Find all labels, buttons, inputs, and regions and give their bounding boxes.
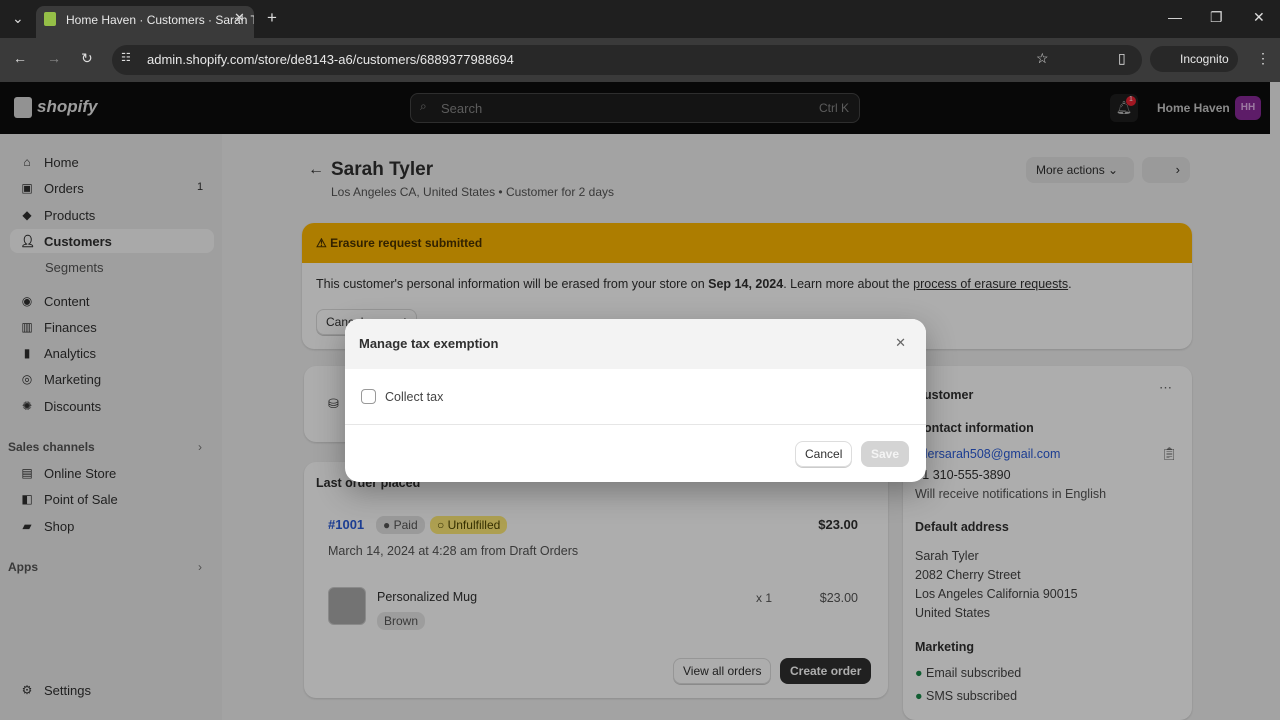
back-icon[interactable]: ← <box>13 50 27 66</box>
shopify-favicon-icon <box>44 12 56 26</box>
browser-menu-icon[interactable]: ⋮ <box>1256 50 1270 67</box>
incognito-label: Incognito <box>1180 52 1229 66</box>
close-tab-icon[interactable]: ✕ <box>234 10 245 26</box>
tab-title: Home Haven · Customers · Sarah Tyler <box>66 13 254 27</box>
modal-header: Manage tax exemption <box>345 319 926 369</box>
collect-tax-checkbox[interactable] <box>361 389 376 404</box>
bookmark-star-icon[interactable]: ☆ <box>1036 50 1049 67</box>
browser-tab[interactable]: Home Haven · Customers · Sarah Tyler <box>36 6 254 38</box>
minimize-icon[interactable]: — <box>1168 9 1182 25</box>
maximize-icon[interactable]: ❐ <box>1210 9 1223 26</box>
tax-exemption-modal: Manage tax exemption ✕ Collect tax Cance… <box>345 319 926 482</box>
url-text: admin.shopify.com/store/de8143-a6/custom… <box>147 52 514 67</box>
site-info-icon[interactable]: ☷ <box>121 51 131 64</box>
close-window-icon[interactable]: ✕ <box>1253 9 1265 26</box>
reload-icon[interactable]: ↻ <box>81 50 93 67</box>
incognito-badge[interactable]: Incognito <box>1150 46 1238 72</box>
side-panel-icon[interactable]: ▯ <box>1118 50 1126 67</box>
forward-icon[interactable]: → <box>47 50 61 66</box>
tab-search-icon[interactable]: ⌄ <box>12 10 24 27</box>
close-icon[interactable]: ✕ <box>895 335 906 351</box>
save-button[interactable]: Save <box>861 441 910 467</box>
modal-title: Manage tax exemption <box>359 336 499 351</box>
collect-tax-row: Collect tax <box>345 369 926 425</box>
collect-tax-label[interactable]: Collect tax <box>385 390 443 404</box>
new-tab-icon[interactable]: + <box>267 8 277 28</box>
cancel-button[interactable]: Cancel <box>795 441 853 467</box>
url-input[interactable]: admin.shopify.com/store/de8143-a6/custom… <box>112 45 1142 75</box>
